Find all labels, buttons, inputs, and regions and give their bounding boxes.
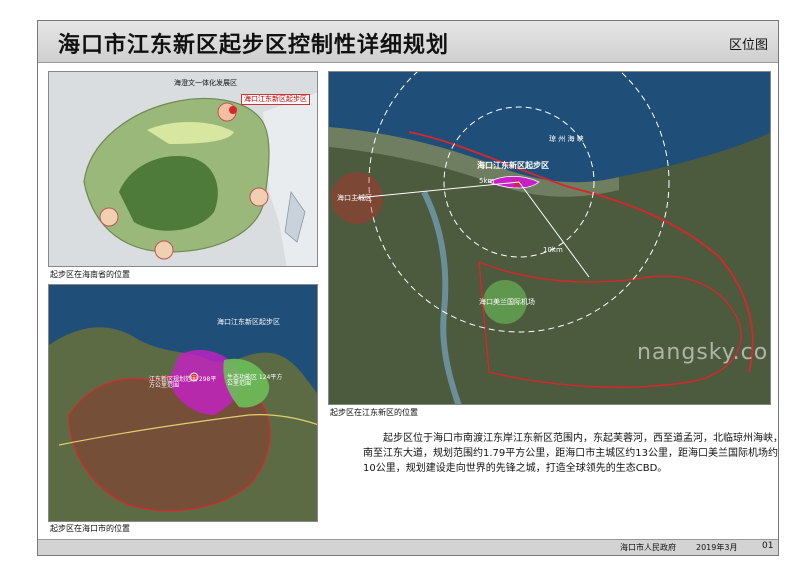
- watermark: nangsky.com: [637, 340, 770, 365]
- newarea-map-panel: ★ 琼 州 海 峡 海口江东新区起步区 海口主城区 海口美兰国际机场 5km 1…: [328, 71, 771, 405]
- page-title: 海口市江东新区起步区控制性详细规划: [58, 32, 450, 58]
- newarea-map-caption: 起步区在江东新区的位置: [330, 408, 418, 417]
- city-map-caption: 起步区在海口市的位置: [50, 524, 130, 533]
- district-b-label: 生态功能区 124平方公里范围: [227, 374, 283, 387]
- page-number: 01: [762, 541, 774, 551]
- site-star: ★: [511, 176, 524, 192]
- footer-org: 海口市人民政府: [620, 543, 676, 552]
- city-map-panel: 海口江东新区起步区 江东新区规划范围 298平方公里范围 生态功能区 124平方…: [48, 284, 318, 522]
- district-a-label: 江东新区规划范围 298平方公里范围: [149, 376, 217, 389]
- east-node: [249, 187, 269, 207]
- site-callout-label: 海口江东新区起步区: [241, 94, 310, 105]
- south-node: [154, 240, 174, 260]
- ring-5km-label: 5km: [479, 177, 495, 185]
- site-label: 海口江东新区起步区: [477, 161, 549, 170]
- description-paragraph: 起步区位于海口市南渡江东岸江东新区范围内，东起芙蓉河，西至道孟河，北临琼州海峡，…: [363, 433, 783, 474]
- new-area-label: 海口江东新区起步区: [217, 318, 280, 326]
- main-city-label: 海口主城区: [337, 194, 372, 202]
- footer-date: 2019年3月: [696, 543, 738, 552]
- province-map-panel: 海澄文一体化发展区 海口江东新区起步区: [48, 71, 318, 267]
- sheet-type-label: 区位图: [728, 38, 768, 53]
- site-marker: [229, 106, 237, 114]
- strait-label: 琼 州 海 峡: [549, 135, 584, 143]
- zone-title-label: 海澄文一体化发展区: [174, 79, 237, 87]
- plan-sheet: 海口市江东新区起步区控制性详细规划 区位图 海澄文一体化发展区 海口江东新区起步…: [37, 20, 783, 556]
- west-node: [99, 207, 119, 227]
- ring-10km-label: 10km: [543, 246, 563, 254]
- footer-bar: 海口市人民政府 2019年3月 01: [38, 539, 778, 555]
- title-bar: 海口市江东新区起步区控制性详细规划 区位图: [38, 21, 778, 63]
- airport-label: 海口美兰国际机场: [479, 298, 535, 306]
- province-map-caption: 起步区在海南省的位置: [50, 270, 130, 279]
